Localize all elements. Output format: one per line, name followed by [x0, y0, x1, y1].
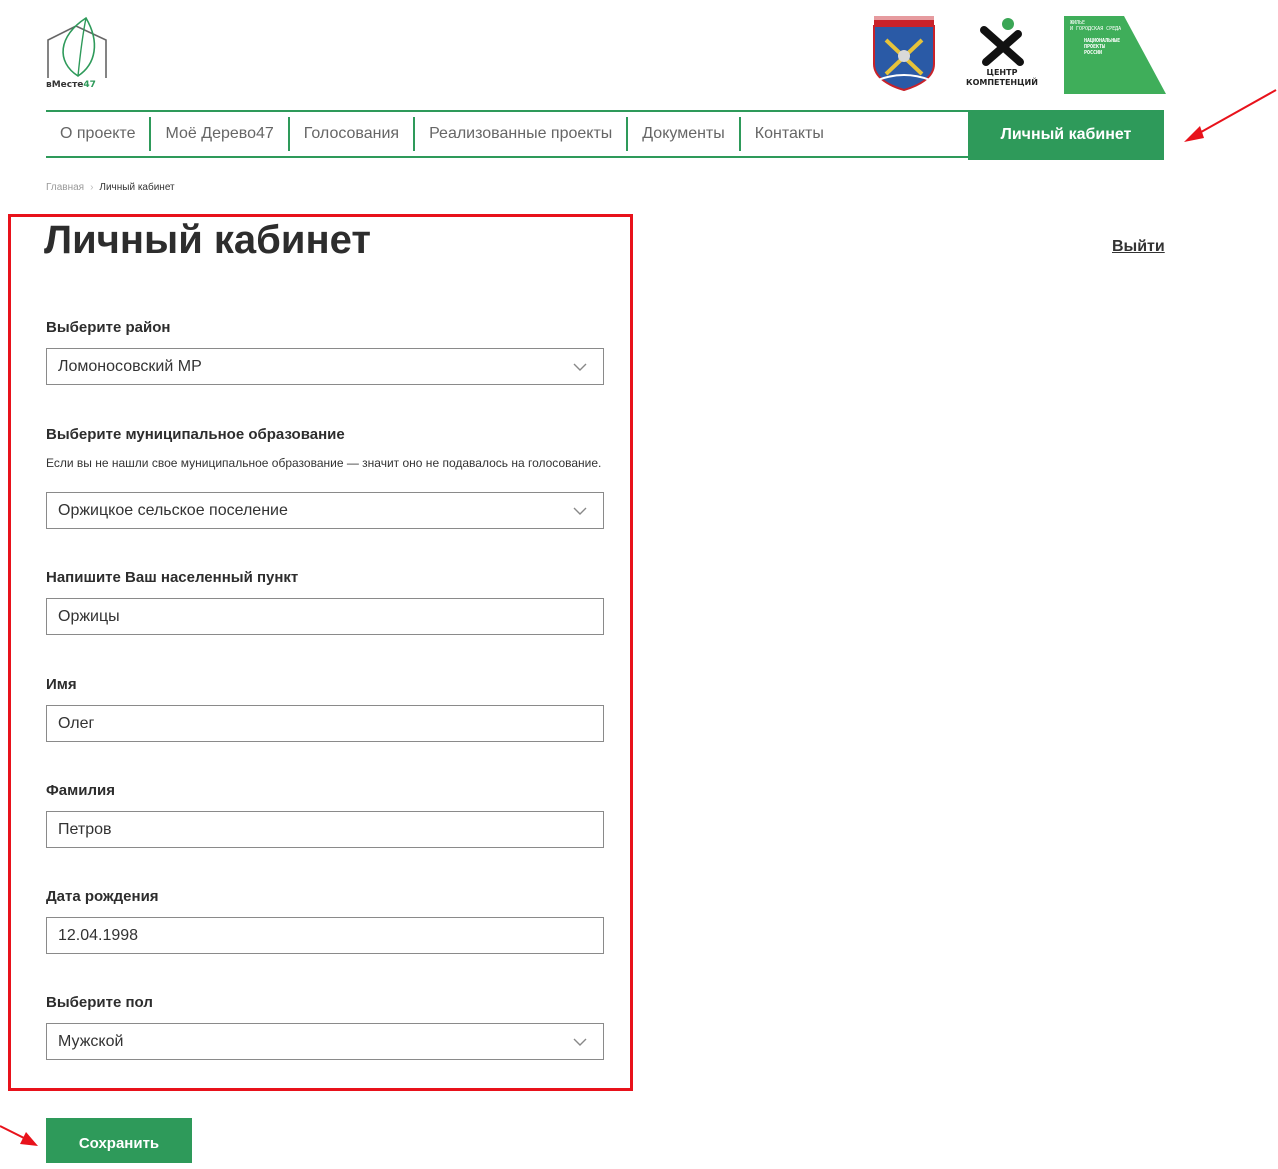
coat-of-arms-logo [872, 16, 936, 92]
breadcrumb: Главная › Личный кабинет [46, 182, 175, 193]
competence-center-icon [980, 18, 1024, 66]
breadcrumb-current: Личный кабинет [99, 182, 175, 193]
site-logo[interactable]: вМесте47 [46, 14, 116, 94]
logout-link[interactable]: Выйти [1112, 238, 1165, 256]
save-button[interactable]: Сохранить [46, 1118, 192, 1163]
nav-item-personal-cabinet[interactable]: Личный кабинет [968, 110, 1164, 160]
breadcrumb-separator: › [90, 182, 94, 193]
main-nav: О проекте Моё Дерево47 Голосования Реали… [46, 110, 1164, 160]
nav-item-documents[interactable]: Документы [626, 117, 738, 151]
annotation-arrow-icon [0, 1125, 38, 1146]
logo-text: вМесте47 [46, 80, 96, 90]
competence-center-logo: ЦЕНТР КОМПЕТЕНЦИЙ [952, 16, 1052, 96]
nav-item-contacts[interactable]: Контакты [738, 117, 838, 151]
national-projects-logo: ЖИЛЬЕ И ГОРОДСКАЯ СРЕДА НАЦИОНАЛЬНЫЕ ПРО… [1064, 16, 1166, 94]
competence-center-label: ЦЕНТР КОМПЕТЕНЦИЙ [966, 68, 1038, 87]
nav-item-implemented-projects[interactable]: Реализованные проекты [413, 117, 626, 151]
nav-item-about[interactable]: О проекте [46, 117, 149, 151]
coat-of-arms-icon [873, 16, 935, 92]
leaf-house-icon [47, 16, 107, 78]
nav-item-my-tree[interactable]: Моё Дерево47 [149, 117, 287, 151]
breadcrumb-home[interactable]: Главная [46, 182, 84, 193]
nav-item-voting[interactable]: Голосования [287, 117, 413, 151]
annotation-highlight-box [8, 214, 633, 1091]
annotation-arrow-icon [1184, 89, 1277, 142]
